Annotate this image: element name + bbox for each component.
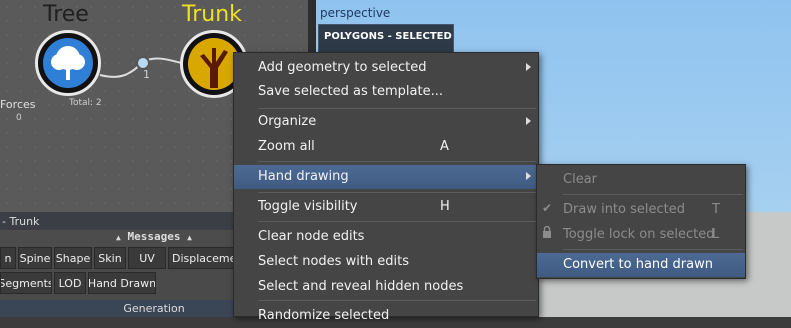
submenu-arrow-icon: [526, 63, 531, 71]
link-count: 1: [143, 68, 150, 81]
menu-item-save-template[interactable]: Save selected as template...: [234, 80, 538, 104]
menu-item-toggle-visibility[interactable]: Toggle visibility H: [234, 195, 538, 219]
tab-lod[interactable]: LOD: [54, 272, 86, 294]
menu-separator: [258, 108, 536, 109]
menu-item-shortcut: A: [440, 139, 449, 154]
total-label: Total: 2: [69, 98, 102, 108]
submenu-item-label: Toggle lock on selected: [563, 227, 715, 242]
menu-item-label: Clear node edits: [258, 229, 365, 244]
hand-drawing-submenu: Clear ✔ Draw into selected T Toggle lock…: [536, 164, 746, 279]
menu-item-clear-edits[interactable]: Clear node edits: [234, 225, 538, 249]
forces-count: 0: [16, 113, 22, 123]
tree-node-title: Tree: [43, 2, 89, 27]
tab-hand-drawn[interactable]: Hand Drawn: [88, 272, 156, 294]
menu-item-zoom-all[interactable]: Zoom all A: [234, 135, 538, 159]
menu-item-label: Zoom all: [258, 139, 315, 154]
menu-item-label: Select and reveal hidden nodes: [258, 279, 464, 294]
menu-item-label: Add geometry to selected: [258, 60, 427, 75]
menu-item-organize[interactable]: Organize: [234, 110, 538, 134]
tab-shape[interactable]: Shape: [54, 247, 92, 269]
tab-displacement[interactable]: Displacement: [168, 247, 234, 269]
submenu-arrow-icon: [526, 117, 531, 125]
submenu-item-label: Clear: [563, 172, 597, 187]
menu-separator: [563, 194, 743, 195]
collapse-up-icon: ▲: [116, 233, 121, 242]
menu-separator: [258, 161, 536, 162]
messages-label: Messages: [127, 230, 181, 243]
tab-skin[interactable]: Skin: [94, 247, 126, 269]
menu-item-label: Organize: [258, 114, 317, 129]
submenu-item-shortcut: L: [712, 227, 720, 242]
menu-item-label: Select nodes with edits: [258, 254, 410, 269]
submenu-item-label: Convert to hand drawn: [563, 257, 713, 272]
trunk-node-title: Trunk: [182, 2, 242, 27]
menu-item-shortcut: H: [440, 199, 450, 214]
forces-label: Forces: [0, 98, 36, 111]
menu-item-label: Hand drawing: [258, 169, 349, 184]
menu-item-select-edits[interactable]: Select nodes with edits: [234, 250, 538, 274]
menu-separator: [258, 300, 536, 301]
submenu-arrow-icon: [526, 172, 531, 180]
tree-node[interactable]: [35, 30, 101, 96]
menu-item-label: Save selected as template...: [258, 84, 444, 99]
submenu-item-label: Draw into selected: [563, 202, 685, 217]
submenu-item-clear[interactable]: Clear: [537, 168, 745, 192]
menu-separator: [258, 192, 536, 193]
tree-icon: [43, 38, 93, 88]
menu-item-reveal-hidden[interactable]: Select and reveal hidden nodes: [234, 275, 538, 299]
tab-segments[interactable]: Segments: [0, 272, 52, 294]
menu-item-randomize[interactable]: Randomize selected: [234, 304, 538, 328]
menu-item-label: Toggle visibility: [258, 199, 358, 214]
tab-uv[interactable]: UV: [128, 247, 166, 269]
lock-icon: [542, 225, 552, 241]
context-menu: Add geometry to selected Save selected a…: [233, 52, 539, 323]
menu-item-label: Randomize selected: [258, 308, 390, 323]
submenu-item-shortcut: T: [712, 202, 720, 217]
collapse-up-icon-2: ▲: [187, 233, 192, 242]
tab-spine[interactable]: Spine: [18, 247, 52, 269]
submenu-item-toggle-lock[interactable]: Toggle lock on selected L: [537, 223, 745, 247]
menu-item-add-geometry[interactable]: Add geometry to selected: [234, 56, 538, 80]
polygons-label: POLYGONS - SELECTED: [324, 31, 452, 42]
menu-separator: [258, 221, 536, 222]
viewport-label: perspective: [320, 6, 391, 20]
submenu-item-draw-into[interactable]: ✔ Draw into selected T: [537, 198, 745, 222]
tab-1[interactable]: n: [0, 247, 16, 269]
submenu-item-convert[interactable]: Convert to hand drawn: [537, 253, 745, 277]
menu-item-hand-drawing[interactable]: Hand drawing: [234, 165, 538, 189]
checkmark-icon: ✔: [542, 201, 553, 215]
menu-separator: [563, 249, 743, 250]
